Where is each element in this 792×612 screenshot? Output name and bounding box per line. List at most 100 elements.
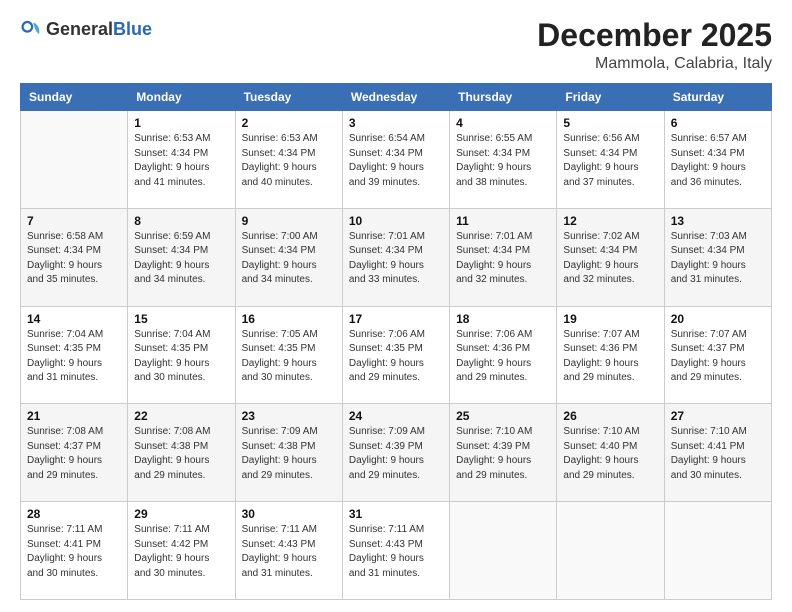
logo-container: GeneralBlue [20, 18, 152, 40]
weekday-header-wednesday: Wednesday [342, 84, 449, 111]
day-info: Sunrise: 7:11 AMSunset: 4:43 PMDaylight:… [242, 523, 336, 581]
calendar-cell: 21 Sunrise: 7:08 AMSunset: 4:37 PMDayligh… [21, 404, 128, 502]
calendar-cell [557, 502, 664, 600]
calendar-cell: 4 Sunrise: 6:55 AMSunset: 4:34 PMDaylight… [450, 111, 557, 209]
calendar-cell: 1 Sunrise: 6:53 AMSunset: 4:34 PMDaylight… [128, 111, 235, 209]
weekday-header-friday: Friday [557, 84, 664, 111]
day-number: 21 [27, 409, 121, 423]
day-number: 2 [242, 116, 336, 130]
day-number: 27 [671, 409, 765, 423]
day-info: Sunrise: 7:06 AMSunset: 4:35 PMDaylight:… [349, 328, 443, 386]
calendar-page: GeneralBlue December 2025 Mammola, Calab… [0, 0, 792, 612]
day-number: 12 [563, 214, 657, 228]
weekday-header-saturday: Saturday [664, 84, 771, 111]
week-row-2: 7Sunrise: 6:58 AMSunset: 4:34 PMDaylight… [21, 208, 772, 306]
day-info: Sunrise: 7:11 AMSunset: 4:43 PMDaylight:… [349, 523, 443, 581]
logo: GeneralBlue [20, 18, 152, 40]
calendar-cell: 16Sunrise: 7:05 AMSunset: 4:35 PMDayligh… [235, 306, 342, 404]
month-title: December 2025 [537, 18, 772, 53]
day-info: Sunrise: 6:54 AMSunset: 4:34 PMDaylight:… [349, 132, 443, 190]
logo-blue: Blue [113, 19, 152, 39]
weekday-header-row: SundayMondayTuesdayWednesdayThursdayFrid… [21, 84, 772, 111]
calendar-cell: 10Sunrise: 7:01 AMSunset: 4:34 PMDayligh… [342, 208, 449, 306]
day-info: Sunrise: 7:09 AMSunset: 4:39 PMDaylight:… [349, 425, 443, 483]
calendar-cell: 19Sunrise: 7:07 AMSunset: 4:36 PMDayligh… [557, 306, 664, 404]
header: GeneralBlue December 2025 Mammola, Calab… [20, 18, 772, 73]
day-info: Sunrise: 7:04 AMSunset: 4:35 PMDaylight:… [27, 328, 121, 386]
day-number: 10 [349, 214, 443, 228]
day-number: 22 [134, 409, 228, 423]
calendar-cell: 20 Sunrise: 7:07 AMSunset: 4:37 PMDayligh… [664, 306, 771, 404]
day-info: Sunrise: 7:08 AMSunset: 4:37 PMDaylight:… [27, 425, 121, 483]
day-info: Sunrise: 6:55 AMSunset: 4:34 PMDaylight:… [456, 132, 550, 190]
day-number: 31 [349, 507, 443, 521]
day-info: Sunrise: 7:03 AMSunset: 4:34 PMDaylight:… [671, 230, 765, 288]
day-number: 6 [671, 116, 765, 130]
day-number: 13 [671, 214, 765, 228]
calendar-cell: 5Sunrise: 6:56 AMSunset: 4:34 PMDaylight… [557, 111, 664, 209]
week-row-5: 28Sunrise: 7:11 AMSunset: 4:41 PMDayligh… [21, 502, 772, 600]
day-info: Sunrise: 6:59 AMSunset: 4:34 PMDaylight:… [134, 230, 228, 288]
calendar-cell: 14 Sunrise: 7:04 AMSunset: 4:35 PMDayligh… [21, 306, 128, 404]
calendar-cell: 8 Sunrise: 6:59 AMSunset: 4:34 PMDaylight… [128, 208, 235, 306]
calendar-cell [450, 502, 557, 600]
weekday-header-thursday: Thursday [450, 84, 557, 111]
weekday-header-monday: Monday [128, 84, 235, 111]
day-number: 3 [349, 116, 443, 130]
day-number: 11 [456, 214, 550, 228]
day-number: 15 [134, 312, 228, 326]
calendar-cell: 9 Sunrise: 7:00 AMSunset: 4:34 PMDaylight… [235, 208, 342, 306]
calendar-cell: 30 Sunrise: 7:11 AMSunset: 4:43 PMDayligh… [235, 502, 342, 600]
day-number: 20 [671, 312, 765, 326]
day-info: Sunrise: 7:00 AMSunset: 4:34 PMDaylight:… [242, 230, 336, 288]
calendar-cell: 15Sunrise: 7:04 AMSunset: 4:35 PMDayligh… [128, 306, 235, 404]
day-number: 7 [27, 214, 121, 228]
day-info: Sunrise: 7:11 AMSunset: 4:41 PMDaylight:… [27, 523, 121, 581]
calendar-cell [21, 111, 128, 209]
title-section: December 2025 Mammola, Calabria, Italy [537, 18, 772, 73]
day-info: Sunrise: 6:53 AMSunset: 4:34 PMDaylight:… [242, 132, 336, 190]
week-row-3: 14 Sunrise: 7:04 AMSunset: 4:35 PMDayligh… [21, 306, 772, 404]
day-number: 14 [27, 312, 121, 326]
week-row-4: 21 Sunrise: 7:08 AMSunset: 4:37 PMDayligh… [21, 404, 772, 502]
calendar-cell: 22Sunrise: 7:08 AMSunset: 4:38 PMDayligh… [128, 404, 235, 502]
calendar-cell: 27 Sunrise: 7:10 AMSunset: 4:41 PMDayligh… [664, 404, 771, 502]
day-info: Sunrise: 7:07 AMSunset: 4:37 PMDaylight:… [671, 328, 765, 386]
day-info: Sunrise: 6:53 AMSunset: 4:34 PMDaylight:… [134, 132, 228, 190]
day-number: 23 [242, 409, 336, 423]
day-info: Sunrise: 7:09 AMSunset: 4:38 PMDaylight:… [242, 425, 336, 483]
day-number: 9 [242, 214, 336, 228]
day-number: 17 [349, 312, 443, 326]
weekday-header-tuesday: Tuesday [235, 84, 342, 111]
day-number: 4 [456, 116, 550, 130]
calendar-cell: 2 Sunrise: 6:53 AMSunset: 4:34 PMDaylight… [235, 111, 342, 209]
calendar-cell: 26 Sunrise: 7:10 AMSunset: 4:40 PMDayligh… [557, 404, 664, 502]
day-info: Sunrise: 7:10 AMSunset: 4:40 PMDaylight:… [563, 425, 657, 483]
calendar-cell: 25Sunrise: 7:10 AMSunset: 4:39 PMDayligh… [450, 404, 557, 502]
calendar-cell: 11 Sunrise: 7:01 AMSunset: 4:34 PMDayligh… [450, 208, 557, 306]
day-info: Sunrise: 7:10 AMSunset: 4:41 PMDaylight:… [671, 425, 765, 483]
day-number: 8 [134, 214, 228, 228]
weekday-header-sunday: Sunday [21, 84, 128, 111]
logo-general: General [46, 19, 113, 39]
day-info: Sunrise: 6:56 AMSunset: 4:34 PMDaylight:… [563, 132, 657, 190]
day-number: 30 [242, 507, 336, 521]
day-info: Sunrise: 7:06 AMSunset: 4:36 PMDaylight:… [456, 328, 550, 386]
day-info: Sunrise: 7:10 AMSunset: 4:39 PMDaylight:… [456, 425, 550, 483]
day-number: 1 [134, 116, 228, 130]
calendar-cell: 28Sunrise: 7:11 AMSunset: 4:41 PMDayligh… [21, 502, 128, 600]
day-info: Sunrise: 7:01 AMSunset: 4:34 PMDaylight:… [456, 230, 550, 288]
day-info: Sunrise: 7:11 AMSunset: 4:42 PMDaylight:… [134, 523, 228, 581]
day-number: 26 [563, 409, 657, 423]
calendar-table: SundayMondayTuesdayWednesdayThursdayFrid… [20, 83, 772, 600]
calendar-cell: 23 Sunrise: 7:09 AMSunset: 4:38 PMDayligh… [235, 404, 342, 502]
calendar-cell: 6Sunrise: 6:57 AMSunset: 4:34 PMDaylight… [664, 111, 771, 209]
calendar-cell: 12Sunrise: 7:02 AMSunset: 4:34 PMDayligh… [557, 208, 664, 306]
calendar-cell: 7Sunrise: 6:58 AMSunset: 4:34 PMDaylight… [21, 208, 128, 306]
calendar-cell: 31 Sunrise: 7:11 AMSunset: 4:43 PMDayligh… [342, 502, 449, 600]
week-row-1: 1 Sunrise: 6:53 AMSunset: 4:34 PMDaylight… [21, 111, 772, 209]
calendar-cell: 29Sunrise: 7:11 AMSunset: 4:42 PMDayligh… [128, 502, 235, 600]
calendar-cell: 3 Sunrise: 6:54 AMSunset: 4:34 PMDaylight… [342, 111, 449, 209]
day-number: 19 [563, 312, 657, 326]
day-number: 24 [349, 409, 443, 423]
